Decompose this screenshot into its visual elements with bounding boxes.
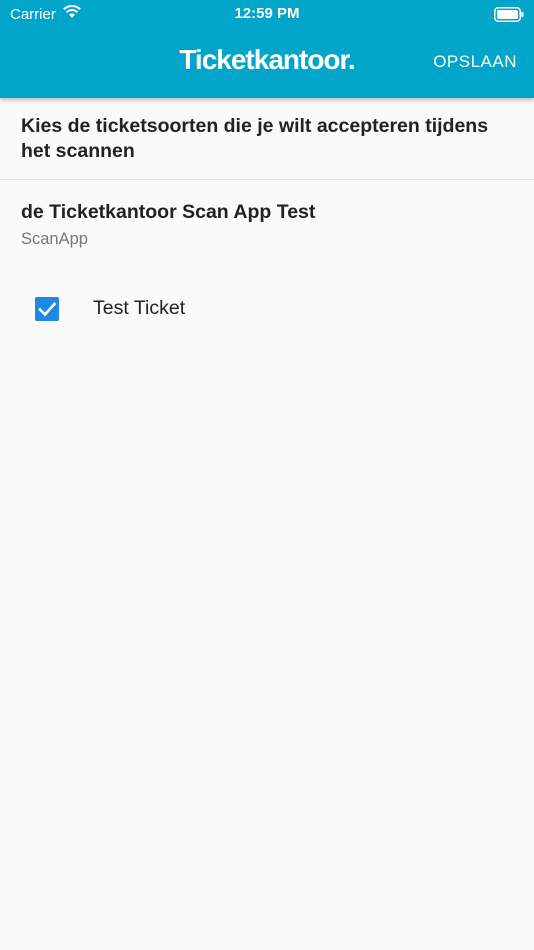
battery-icon: [494, 7, 524, 26]
app-bar: Carrier 12:59 PM Ticketkantoor. OPSLAAN: [0, 0, 534, 98]
divider: [0, 179, 534, 180]
ticket-label: Test Ticket: [93, 297, 186, 319]
checkmark-icon: [38, 302, 57, 317]
save-button[interactable]: OPSLAAN: [433, 52, 517, 72]
page-instruction: Kies de ticketsoorten die je wilt accept…: [21, 115, 489, 162]
ticket-type-row[interactable]: Test Ticket: [0, 286, 534, 332]
status-bar: Carrier 12:59 PM: [0, 0, 534, 30]
event-subtitle: ScanApp: [21, 230, 88, 248]
status-time: 12:59 PM: [234, 5, 300, 22]
ticket-checkbox[interactable]: [35, 297, 59, 321]
event-title: de Ticketkantoor Scan App Test: [21, 201, 316, 223]
